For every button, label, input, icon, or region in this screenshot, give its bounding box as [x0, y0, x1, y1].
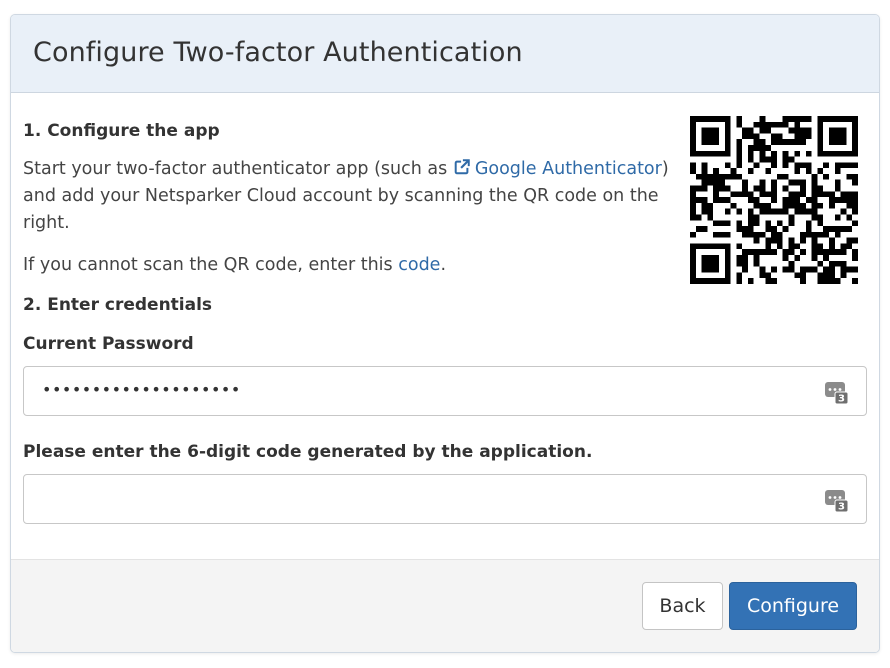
cannot-scan-suffix: . — [440, 255, 447, 275]
current-password-field[interactable]: •••••••••••••••••••• 3 — [23, 366, 867, 416]
cannot-scan-prefix: If you cannot scan the QR code, enter th… — [23, 255, 399, 275]
password-manager-icon[interactable]: 3 — [824, 379, 850, 405]
password-manager-icon[interactable]: 3 — [824, 487, 850, 513]
setup-instructions: Start your two-factor authenticator app … — [23, 156, 683, 237]
external-link-icon — [454, 159, 470, 175]
back-button[interactable]: Back — [642, 582, 723, 630]
google-authenticator-link[interactable]: Google Authenticator — [453, 159, 662, 179]
verification-code-input[interactable] — [24, 475, 804, 523]
modal-header: Configure Two-factor Authentication — [11, 15, 879, 93]
instructions-prefix: Start your two-factor authenticator app … — [23, 159, 453, 179]
current-password-label: Current Password — [23, 334, 194, 354]
svg-text:3: 3 — [838, 502, 845, 513]
cannot-scan-text: If you cannot scan the QR code, enter th… — [23, 252, 683, 279]
svg-text:3: 3 — [838, 394, 845, 405]
verification-code-field[interactable]: 3 — [23, 474, 867, 524]
show-code-link[interactable]: code — [398, 255, 440, 275]
configure-button[interactable]: Configure — [729, 582, 857, 630]
current-password-value[interactable]: •••••••••••••••••••• — [42, 380, 241, 399]
google-link-text-1: Google — [474, 159, 537, 179]
modal-body: 1. Configure the app Start your two-fact… — [11, 93, 879, 558]
two-factor-modal: Configure Two-factor Authentication 1. C… — [10, 14, 880, 653]
modal-title: Configure Two-factor Authentication — [33, 37, 523, 68]
step2-heading: 2. Enter credentials — [23, 295, 213, 315]
google-link-text-2: Authenticator — [542, 159, 662, 179]
modal-footer: Back Configure — [11, 559, 879, 652]
verification-code-label: Please enter the 6-digit code generated … — [23, 442, 593, 462]
qr-code — [690, 116, 858, 284]
step1-heading: 1. Configure the app — [23, 121, 220, 141]
